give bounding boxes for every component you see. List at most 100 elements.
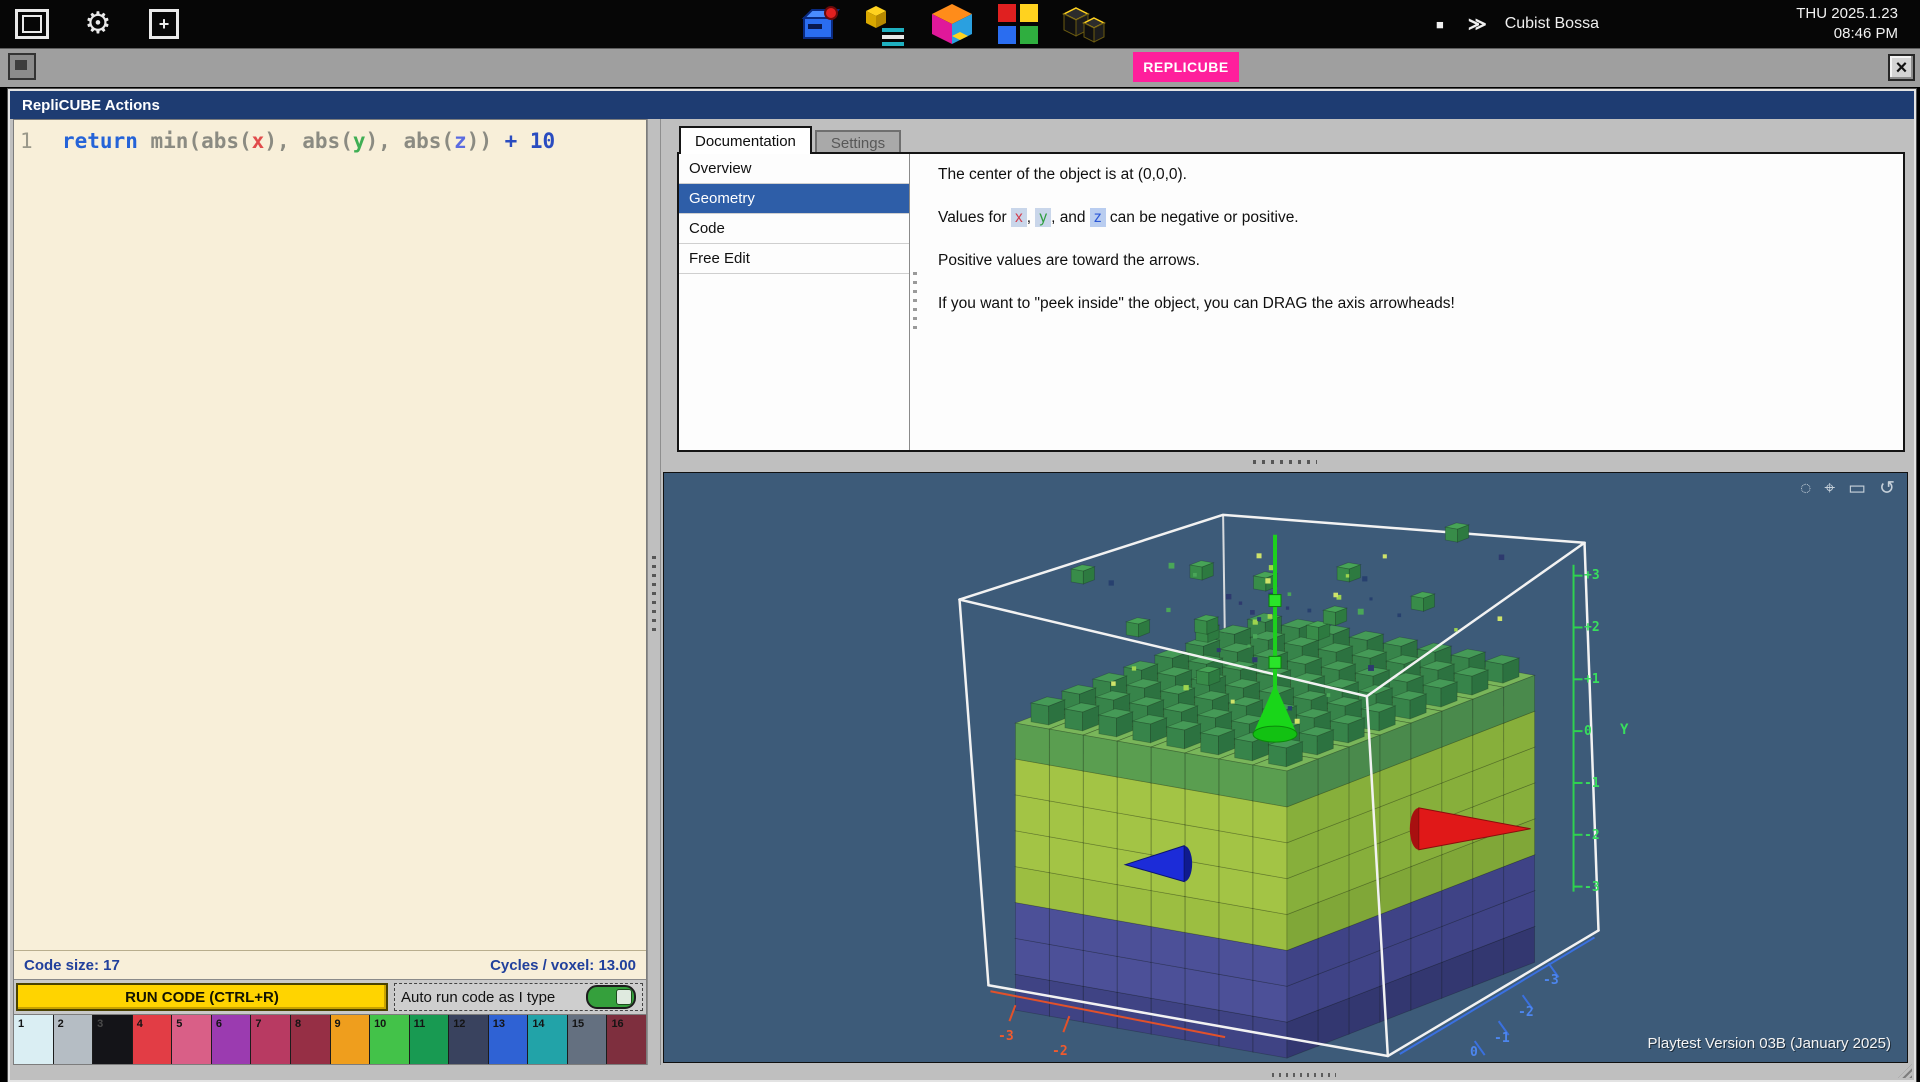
vertical-splitter[interactable] — [647, 119, 661, 1065]
tab-settings[interactable]: Settings — [815, 130, 901, 154]
editor-status-bar: Code size: 17 Cycles / voxel: 13.00 — [14, 950, 646, 979]
autorun-toggle[interactable] — [586, 985, 636, 1009]
doc-text: can be negative or positive. — [1106, 209, 1299, 226]
doc-paragraph: Values for x, y, and z can be negative o… — [938, 207, 1885, 228]
show-desktop-button[interactable] — [8, 53, 36, 80]
documentation-panel: Overview Geometry Code Free Edit The cen… — [677, 152, 1905, 452]
palette-color-1[interactable]: 1 — [14, 1015, 54, 1064]
music-player: ■ ≫ Cubist Bossa — [1430, 0, 1599, 48]
palette-color-12[interactable]: 12 — [449, 1015, 489, 1064]
music-stop-icon[interactable]: ■ — [1430, 16, 1450, 33]
autorun-label: Auto run code as I type — [401, 989, 555, 1006]
gear-icon: ⚙ — [85, 9, 112, 39]
color-cube-icon — [930, 2, 974, 46]
code-editor[interactable]: 1 return min( abs( x ), abs( y ), abs( z… — [14, 120, 646, 950]
var-y-chip: y — [1035, 208, 1051, 227]
version-label: Playtest Version 03B (January 2025) — [1648, 1035, 1891, 1052]
code-token: abs( — [403, 127, 454, 155]
palette-number: 1 — [18, 1018, 24, 1030]
doc-text: , and — [1051, 209, 1090, 226]
palette-color-15[interactable]: 15 — [568, 1015, 608, 1064]
app-icon-replicator[interactable] — [798, 2, 842, 46]
palette-number: 11 — [414, 1018, 426, 1030]
palette-number: 15 — [572, 1018, 584, 1030]
palette-color-6[interactable]: 6 — [212, 1015, 252, 1064]
settings-menu-button[interactable]: ⚙ — [78, 7, 118, 41]
nav-item-geometry[interactable]: Geometry — [679, 184, 909, 214]
voxel-scene[interactable] — [664, 473, 1907, 1062]
y-axis-tick: -2 — [1584, 828, 1600, 843]
palette-color-13[interactable]: 13 — [489, 1015, 529, 1064]
viewport-tool-reset-icon[interactable]: ↺ — [1879, 479, 1895, 498]
display-menu-button[interactable] — [12, 7, 52, 41]
viewport-3d[interactable]: ◌ ⌖ ▭ ↺ +3 +2 +1 0 -1 -2 -3 Y -3 -2 -3 -… — [663, 472, 1908, 1063]
viewport-tool-orbit-icon[interactable]: ◌ — [1800, 479, 1811, 498]
code-token: + 10 — [505, 127, 556, 155]
nav-item-overview[interactable]: Overview — [679, 154, 909, 184]
task-strip — [0, 48, 1920, 87]
autorun-group[interactable]: Auto run code as I type — [394, 983, 643, 1011]
app-icon-palette[interactable] — [996, 2, 1040, 46]
nav-item-code[interactable]: Code — [679, 214, 909, 244]
z-axis-tick: -2 — [1518, 1005, 1534, 1020]
code-line[interactable]: 1 return min( abs( x ), abs( y ), abs( z… — [14, 120, 646, 155]
palette-color-14[interactable]: 14 — [528, 1015, 568, 1064]
window-titlebar[interactable]: RepliCUBE Actions — [10, 91, 1914, 119]
app-icon-dark-cubes[interactable] — [1062, 2, 1106, 46]
palette-number: 12 — [453, 1018, 465, 1030]
code-token: ), — [264, 127, 302, 155]
viewport-tool-target-icon[interactable]: ⌖ — [1824, 479, 1835, 498]
y-axis-tick: -3 — [1584, 880, 1600, 895]
palette-number: 13 — [493, 1018, 505, 1030]
app-icon-queue[interactable] — [864, 2, 908, 46]
doc-nav-splitter[interactable] — [910, 154, 920, 450]
music-skip-icon[interactable]: ≫ — [1462, 13, 1493, 36]
doc-paragraph: The center of the object is at (0,0,0). — [938, 164, 1885, 185]
palette-number: 14 — [532, 1018, 544, 1030]
palette-number: 2 — [58, 1018, 64, 1030]
palette-color-9[interactable]: 9 — [331, 1015, 371, 1064]
y-axis-label: Y — [1620, 722, 1628, 738]
close-button[interactable]: × — [1888, 54, 1915, 81]
nav-item-free-edit[interactable]: Free Edit — [679, 244, 909, 274]
doc-text: Values for — [938, 209, 1011, 226]
palette-color-10[interactable]: 10 — [370, 1015, 410, 1064]
window-title: RepliCUBE Actions — [22, 97, 160, 114]
doc-nav-list: Overview Geometry Code Free Edit — [679, 154, 910, 450]
palette-color-4[interactable]: 4 — [133, 1015, 173, 1064]
palette-color-11[interactable]: 11 — [410, 1015, 450, 1064]
replicube-window: RepliCUBE Actions 1 return min( abs( x )… — [8, 89, 1916, 1082]
palette-color-7[interactable]: 7 — [251, 1015, 291, 1064]
palette-number: 10 — [374, 1018, 386, 1030]
taskbar-app-tab-replicube[interactable]: REPLICUBE — [1133, 52, 1239, 82]
new-window-button[interactable]: + — [144, 7, 184, 41]
clock-date: THU 2025.1.23 — [1796, 4, 1898, 24]
run-code-button[interactable]: RUN CODE (CTRL+R) — [16, 983, 388, 1011]
taskbar-app-launchers — [798, 2, 1106, 46]
palette-color-16[interactable]: 16 — [607, 1015, 646, 1064]
var-x-chip: x — [1011, 208, 1027, 227]
code-token: z — [454, 127, 467, 155]
palette-number: 4 — [137, 1018, 143, 1030]
palette-number: 6 — [216, 1018, 222, 1030]
color-palette: 1 2 3 4 5 6 7 8 9 10 11 12 13 14 15 16 — [14, 1014, 646, 1064]
palette-color-3[interactable]: 3 — [93, 1015, 133, 1064]
var-z-chip: z — [1090, 208, 1106, 227]
editor-controls: RUN CODE (CTRL+R) Auto run code as I typ… — [14, 979, 646, 1014]
tab-documentation[interactable]: Documentation — [679, 126, 812, 154]
viewport-tool-frame-icon[interactable]: ▭ — [1848, 479, 1866, 498]
toggle-knob — [616, 989, 632, 1005]
horizontal-splitter[interactable] — [661, 452, 1910, 472]
color-grid-icon — [996, 2, 1040, 46]
palette-number: 7 — [255, 1018, 261, 1030]
doc-tabs: Documentation Settings — [679, 126, 901, 154]
palette-color-8[interactable]: 8 — [291, 1015, 331, 1064]
palette-color-2[interactable]: 2 — [54, 1015, 94, 1064]
display-icon — [15, 9, 49, 39]
app-icon-replicube[interactable] — [930, 2, 974, 46]
taskbar-system-buttons: ⚙ + — [12, 7, 184, 41]
palette-number: 16 — [611, 1018, 623, 1030]
y-axis-tick: 0 — [1584, 724, 1592, 739]
palette-number: 8 — [295, 1018, 301, 1030]
palette-color-5[interactable]: 5 — [172, 1015, 212, 1064]
